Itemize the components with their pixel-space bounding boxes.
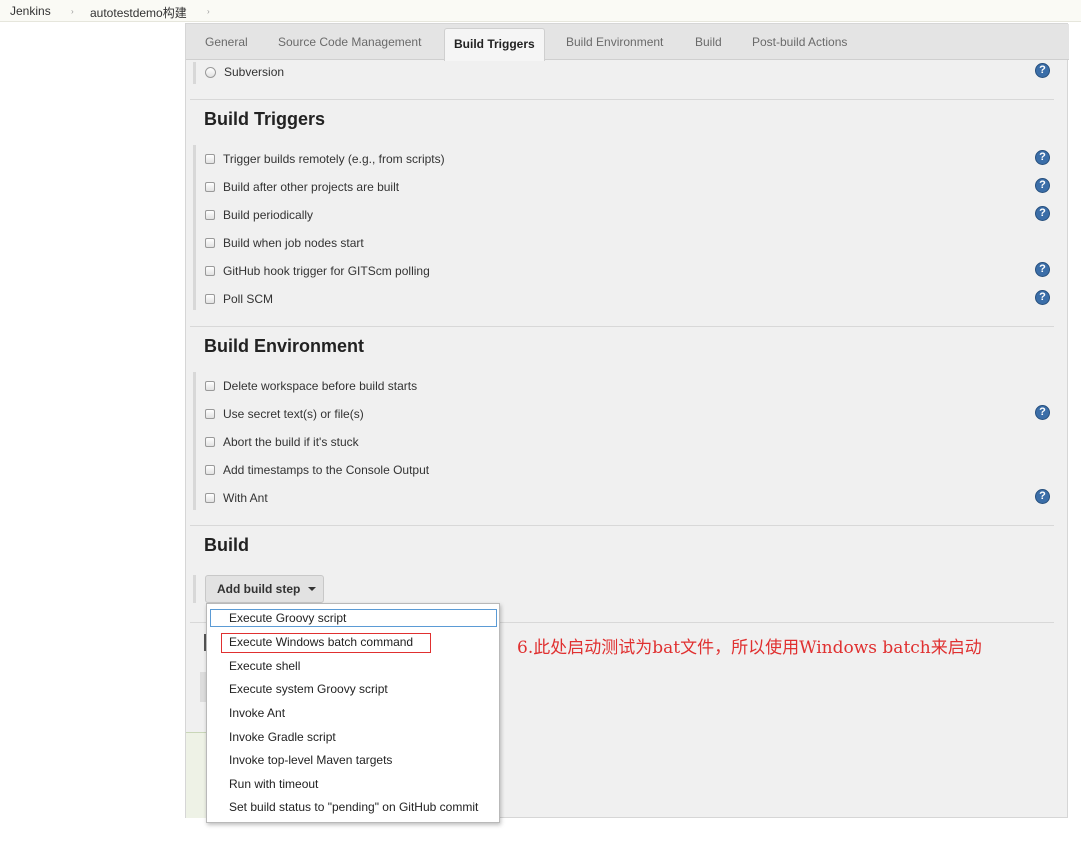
config-tab-bar: General Source Code Management Build Tri…: [186, 24, 1069, 61]
trigger-github-hook-checkbox[interactable]: [205, 266, 215, 276]
trigger-github-hook-label: GitHub hook trigger for GITScm polling: [223, 264, 430, 278]
tab-build-triggers[interactable]: Build Triggers: [444, 28, 545, 61]
env-with-ant-checkbox[interactable]: [205, 493, 215, 503]
menu-item-invoke-maven-targets[interactable]: Invoke top-level Maven targets: [229, 753, 392, 767]
env-timestamps-option[interactable]: Add timestamps to the Console Output: [205, 462, 429, 478]
build-triggers-group-bar: [193, 145, 196, 310]
trigger-remote-option[interactable]: Trigger builds remotely (e.g., from scri…: [205, 151, 445, 167]
trigger-after-other-projects-label: Build after other projects are built: [223, 180, 400, 194]
env-delete-workspace-checkbox[interactable]: [205, 381, 215, 391]
trigger-periodically-label: Build periodically: [223, 208, 314, 222]
trigger-poll-scm-checkbox[interactable]: [205, 294, 215, 304]
breadcrumb: Jenkins › autotestdemo构建 ›: [0, 0, 1081, 22]
help-icon[interactable]: ?: [1035, 489, 1050, 504]
help-icon[interactable]: ?: [1035, 206, 1050, 221]
trigger-node-start-checkbox[interactable]: [205, 238, 215, 248]
env-abort-stuck-checkbox[interactable]: [205, 437, 215, 447]
breadcrumb-separator-icon: ›: [71, 7, 74, 16]
annotation-highlight-box: [221, 633, 431, 653]
tab-build-environment[interactable]: Build Environment: [566, 35, 663, 49]
env-secret-text-checkbox[interactable]: [205, 409, 215, 419]
subversion-label: Subversion: [224, 65, 285, 79]
menu-item-run-with-timeout[interactable]: Run with timeout: [229, 777, 318, 791]
trigger-after-other-projects-option[interactable]: Build after other projects are built: [205, 179, 399, 195]
caret-down-icon: [308, 587, 317, 591]
env-timestamps-checkbox[interactable]: [205, 465, 215, 475]
menu-item-execute-system-groovy-script[interactable]: Execute system Groovy script: [229, 682, 388, 696]
build-heading: Build: [204, 535, 249, 555]
help-icon[interactable]: ?: [1035, 262, 1050, 277]
trigger-github-hook-option[interactable]: GitHub hook trigger for GITScm polling: [205, 263, 430, 279]
bottom-strip: [186, 732, 208, 818]
build-environment-heading: Build Environment: [204, 336, 365, 356]
build-triggers-heading: Build Triggers: [204, 109, 326, 129]
tab-general[interactable]: General: [205, 35, 248, 49]
trigger-after-other-projects-checkbox[interactable]: [205, 182, 215, 192]
help-icon[interactable]: ?: [1035, 405, 1050, 420]
menu-item-execute-groovy-script[interactable]: Execute Groovy script: [229, 611, 346, 625]
tab-build[interactable]: Build: [695, 35, 722, 49]
add-build-step-label: Add build step: [217, 582, 301, 596]
scm-group-bar: [193, 62, 196, 84]
env-with-ant-option[interactable]: With Ant: [205, 490, 268, 506]
env-secret-text-option[interactable]: Use secret text(s) or file(s): [205, 406, 364, 422]
help-icon[interactable]: ?: [1035, 290, 1050, 305]
section-divider: [190, 525, 1054, 526]
subversion-radio[interactable]: [205, 66, 216, 78]
env-abort-stuck-option[interactable]: Abort the build if it's stuck: [205, 434, 359, 450]
scm-option-subversion[interactable]: Subversion: [205, 64, 284, 80]
trigger-poll-scm-option[interactable]: Poll SCM: [205, 291, 273, 307]
build-environment-group-bar: [193, 372, 196, 510]
tab-source-code-management[interactable]: Source Code Management: [278, 35, 421, 49]
breadcrumb-jenkins[interactable]: Jenkins: [10, 4, 51, 18]
env-delete-workspace-label: Delete workspace before build starts: [223, 379, 418, 393]
trigger-remote-label: Trigger builds remotely (e.g., from scri…: [223, 152, 445, 166]
menu-item-execute-shell[interactable]: Execute shell: [229, 659, 300, 673]
section-divider: [190, 99, 1054, 100]
annotation-text: 6.此处启动测试为bat文件，所以使用Windows batch来启动: [517, 638, 982, 658]
trigger-remote-checkbox[interactable]: [205, 154, 215, 164]
trigger-node-start-label: Build when job nodes start: [223, 236, 364, 250]
menu-item-invoke-gradle-script[interactable]: Invoke Gradle script: [229, 730, 336, 744]
build-group-bar: [193, 575, 196, 603]
env-delete-workspace-option[interactable]: Delete workspace before build starts: [205, 378, 417, 394]
breadcrumb-separator-icon: ›: [207, 7, 210, 16]
menu-item-set-build-status-pending[interactable]: Set build status to "pending" on GitHub …: [229, 800, 478, 814]
trigger-periodically-option[interactable]: Build periodically: [205, 207, 313, 223]
env-with-ant-label: With Ant: [223, 491, 268, 505]
env-secret-text-label: Use secret text(s) or file(s): [223, 407, 364, 421]
trigger-node-start-option[interactable]: Build when job nodes start: [205, 235, 364, 251]
tab-post-build-actions[interactable]: Post-build Actions: [752, 35, 847, 49]
env-abort-stuck-label: Abort the build if it's stuck: [223, 435, 359, 449]
help-icon[interactable]: ?: [1035, 178, 1050, 193]
env-timestamps-label: Add timestamps to the Console Output: [223, 463, 430, 477]
trigger-poll-scm-label: Poll SCM: [223, 292, 274, 306]
help-icon[interactable]: ?: [1035, 150, 1050, 165]
add-build-step-button[interactable]: Add build step: [205, 575, 324, 603]
help-icon[interactable]: ?: [1035, 63, 1050, 78]
section-divider: [190, 326, 1054, 327]
breadcrumb-job[interactable]: autotestdemo构建: [90, 4, 187, 21]
trigger-periodically-checkbox[interactable]: [205, 210, 215, 220]
menu-item-invoke-ant[interactable]: Invoke Ant: [229, 706, 285, 720]
